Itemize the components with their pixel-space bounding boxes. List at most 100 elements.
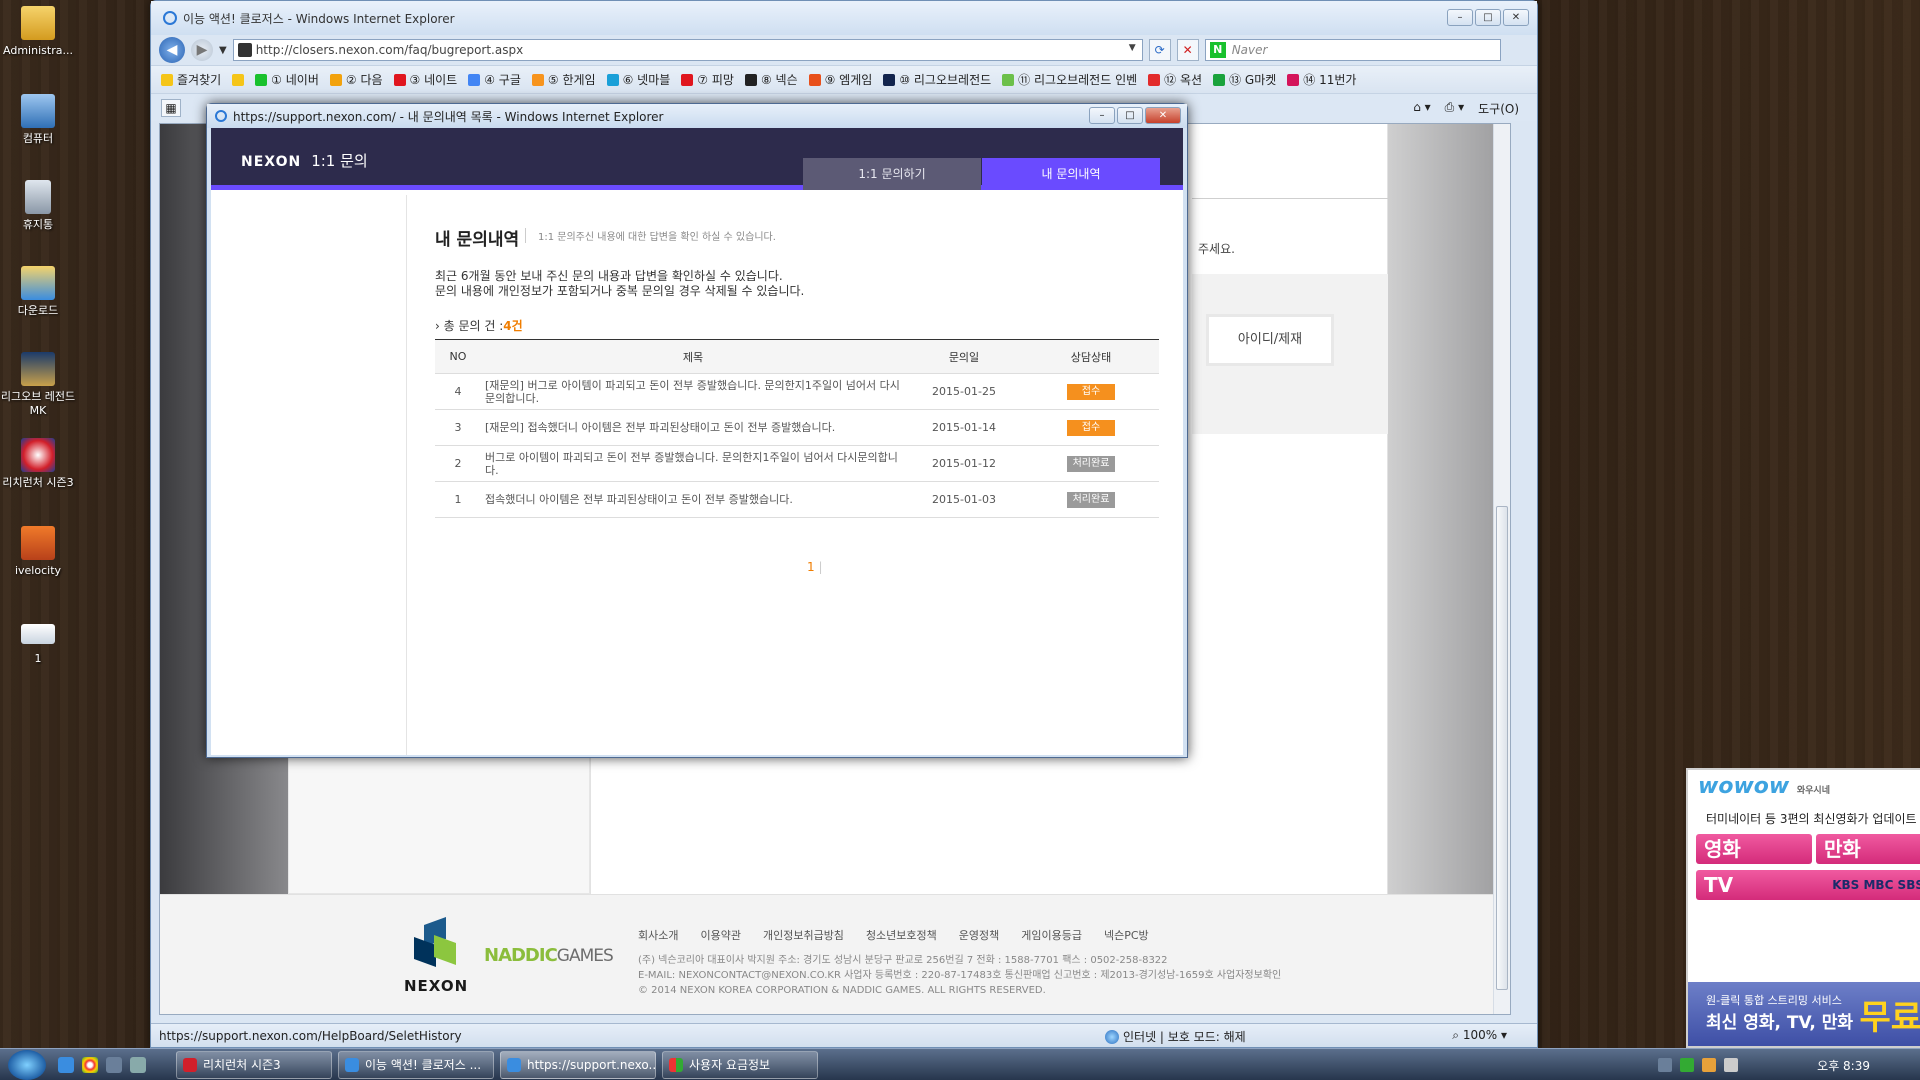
- favorites-label: 즐겨찾기: [177, 73, 222, 87]
- recent-pages-dropdown-icon[interactable]: ▼: [219, 45, 227, 56]
- desktop-icon-1[interactable]: 1: [0, 624, 76, 666]
- search-placeholder: Naver: [1231, 43, 1268, 57]
- print-icon[interactable]: ⎙ ▾: [1445, 100, 1464, 117]
- show-desktop-icon[interactable]: [130, 1057, 146, 1073]
- wowow-ad-widget[interactable]: wowow 와우시네 터미네이터 등 3편의 최신영화가 업데이트 영화 만화 …: [1686, 768, 1920, 1048]
- page-link-current[interactable]: 1: [807, 560, 815, 574]
- close-button[interactable]: ✕: [1145, 107, 1181, 124]
- scrollbar-thumb[interactable]: [1496, 506, 1508, 990]
- security-zone[interactable]: 인터넷 | 보호 모드: 해제: [1105, 1028, 1246, 1045]
- footer-link[interactable]: 회사소개: [638, 927, 678, 943]
- home-icon[interactable]: ⌂ ▾: [1413, 100, 1430, 117]
- favorite-link[interactable]: ⑩ 리그오브레전드: [883, 71, 991, 88]
- tray-app-icon[interactable]: [1702, 1058, 1716, 1072]
- start-button[interactable]: [8, 1050, 46, 1080]
- favorite-link[interactable]: ① 네이버: [255, 71, 319, 88]
- desktop-icon-recycle-bin[interactable]: 휴지통: [0, 180, 76, 232]
- naddic-games-logo: NADDICGAMES: [484, 945, 614, 966]
- address-bar[interactable]: http://closers.nexon.com/faq/bugreport.a…: [232, 39, 1143, 61]
- favorite-link[interactable]: ⑫ 옥션: [1148, 71, 1202, 88]
- desktop-icon-label: 리그오브 레전드 MK: [0, 390, 76, 417]
- taskbar-button-support[interactable]: https://support.nexo...: [500, 1051, 656, 1079]
- ie-icon[interactable]: [58, 1057, 74, 1073]
- tray-app-icon[interactable]: [1680, 1058, 1694, 1072]
- favorite-link[interactable]: ③ 네이트: [393, 71, 457, 88]
- ad-banner-bottom[interactable]: 원-클릭 통합 스트리밍 서비스 최신 영화, TV, 만화 무료: [1688, 982, 1920, 1046]
- taskbar-button-rich-launcher[interactable]: 리치런처 시즌3: [176, 1051, 332, 1079]
- back-button[interactable]: ◀: [159, 37, 185, 63]
- row-status-cell: 처리완료: [1023, 481, 1159, 518]
- footer-link[interactable]: 청소년보호정책: [866, 927, 937, 943]
- maximize-button[interactable]: □: [1475, 9, 1501, 26]
- row-title-link[interactable]: 접속했더니 아이템은 전부 파괴된상태이고 돈이 전부 증발했습니다.: [481, 481, 905, 518]
- zoom-control[interactable]: ⌕ 100% ▾: [1452, 1028, 1507, 1043]
- minimize-button[interactable]: –: [1089, 107, 1115, 124]
- desktop-icon-downloads[interactable]: 다운로드: [0, 266, 76, 318]
- favorite-link[interactable]: ⑦ 피망: [681, 71, 734, 88]
- computer-icon[interactable]: [106, 1057, 122, 1073]
- footer-company-info: (주) 넥슨코리아 대표이사 박지원 주소: 경기도 성남시 분당구 판교로 2…: [638, 953, 1281, 998]
- chrome-icon[interactable]: [82, 1057, 98, 1073]
- taskbar-button-closers[interactable]: 이능 액션! 클로저스 ...: [338, 1051, 494, 1079]
- footer-link[interactable]: 운영정책: [959, 927, 999, 943]
- desktop-icon-rich-launcher[interactable]: 리치런처 시즌3: [0, 438, 76, 490]
- favorite-link[interactable]: ⑪ 리그오브레전드 인벤: [1002, 71, 1137, 88]
- maximize-button[interactable]: □: [1117, 107, 1143, 124]
- favorite-label: ⑩ 리그오브레전드: [899, 73, 992, 87]
- favorite-link[interactable]: ⑭ 11번가: [1287, 71, 1356, 88]
- popup-controls: – □ ✕: [1089, 107, 1181, 124]
- footer-link[interactable]: 이용약관: [700, 927, 740, 943]
- tab-my-history[interactable]: 내 문의내역: [982, 158, 1160, 190]
- forward-button[interactable]: ▶: [191, 39, 213, 61]
- favorite-link[interactable]: ⑥ 넷마블: [606, 71, 670, 88]
- favicon: [744, 73, 757, 86]
- row-title-link[interactable]: [재문의] 버그로 아이템이 파괴되고 돈이 전부 증발했습니다. 문의한지1주…: [481, 373, 905, 410]
- chevron-down-icon[interactable]: ▼: [1129, 43, 1136, 53]
- minimize-button[interactable]: –: [1447, 9, 1473, 26]
- popup-header: NEXON 1:1 문의 1:1 문의하기 내 문의내역: [211, 128, 1183, 190]
- popup-titlebar[interactable]: https://support.nexon.com/ - 내 문의내역 목록 -…: [207, 104, 1187, 128]
- favorite-link[interactable]: ⑨ 엠게임: [808, 71, 872, 88]
- refresh-button[interactable]: ⟳: [1148, 39, 1171, 61]
- footer-link[interactable]: 개인정보취급방침: [763, 927, 844, 943]
- row-status-cell: 처리완료: [1023, 445, 1159, 482]
- vertical-scrollbar[interactable]: [1493, 124, 1510, 1014]
- favorite-link[interactable]: ② 다음: [329, 71, 383, 88]
- favorites-button[interactable]: 즐겨찾기: [161, 71, 221, 88]
- favorite-label: ⑬ G마켓: [1229, 73, 1277, 87]
- desktop-icon-computer[interactable]: 컴퓨터: [0, 94, 76, 146]
- desktop-icon-ivelocity[interactable]: ivelocity: [0, 526, 76, 578]
- table-row[interactable]: 4 [재문의] 버그로 아이템이 파괴되고 돈이 전부 증발했습니다. 문의한지…: [435, 373, 1159, 410]
- table-row[interactable]: 2 버그로 아이템이 파괴되고 돈이 전부 증발했습니다. 문의한지1주일이 넘…: [435, 445, 1159, 482]
- network-icon[interactable]: [1658, 1058, 1672, 1072]
- main-window-titlebar[interactable]: 이능 액션! 클로저스 - Windows Internet Explorer: [151, 1, 1537, 35]
- table-row[interactable]: 3 [재문의] 접속했더니 아이템은 전부 파괴된상태이고 돈이 전부 증발했습…: [435, 409, 1159, 446]
- quick-tabs-icon[interactable]: ▦: [161, 98, 181, 117]
- desktop-icon-administrator[interactable]: Administra...: [0, 6, 76, 58]
- tools-menu[interactable]: 도구(O): [1478, 100, 1519, 117]
- favorite-link[interactable]: ⑬ G마켓: [1213, 71, 1276, 88]
- desktop-icon-lol-mk[interactable]: 리그오브 레전드 MK: [0, 352, 76, 418]
- row-title-link[interactable]: [재문의] 접속했더니 아이템은 전부 파괴된상태이고 돈이 전부 증발했습니다…: [481, 409, 905, 446]
- clock[interactable]: 오후 8:39: [1817, 1057, 1870, 1074]
- table-row[interactable]: 1 접속했더니 아이템은 전부 파괴된상태이고 돈이 전부 증발했습니다. 20…: [435, 481, 1159, 518]
- footer-link[interactable]: 게임이용등급: [1021, 927, 1082, 943]
- volume-icon[interactable]: [1724, 1058, 1738, 1072]
- ad-category-movie[interactable]: 영화: [1696, 834, 1812, 864]
- ad-category-tv[interactable]: TV KBS MBC SBS: [1696, 870, 1920, 900]
- stop-button[interactable]: ✕: [1176, 39, 1199, 61]
- favorite-link[interactable]: ⑧ 넥슨: [744, 71, 798, 88]
- taskbar-button-billing[interactable]: 사용자 요금정보: [662, 1051, 818, 1079]
- search-input[interactable]: N Naver: [1204, 39, 1501, 61]
- id-sanction-button[interactable]: 아이디/제재: [1206, 314, 1334, 366]
- ad-category-comic[interactable]: 만화: [1816, 834, 1920, 864]
- close-button[interactable]: ✕: [1503, 9, 1529, 26]
- footer-link[interactable]: 넥슨PC방: [1104, 927, 1149, 943]
- ad-logo-text: wowow: [1698, 774, 1790, 799]
- favorite-link[interactable]: ⑤ 한게임: [531, 71, 596, 88]
- brand-logo-text: NEXON: [241, 154, 302, 170]
- tab-inquire[interactable]: 1:1 문의하기: [803, 158, 981, 190]
- favorite-link[interactable]: ④ 구글: [468, 71, 521, 88]
- row-title-link[interactable]: 버그로 아이템이 파괴되고 돈이 전부 증발했습니다. 문의한지1주일이 넘어서…: [481, 445, 905, 482]
- favorite-link[interactable]: [232, 73, 245, 86]
